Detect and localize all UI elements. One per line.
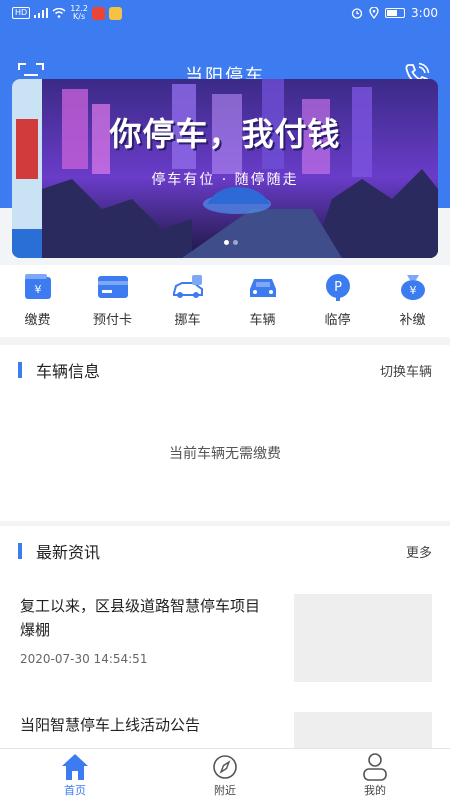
money-bag-icon: ¥ [400,275,425,300]
news-card-header: 最新资讯 更多 [0,526,450,576]
section-accent-bar [18,362,22,378]
battery-icon [385,8,406,18]
notification-app-icon [92,6,105,20]
banner-subline: 停车有位 · 随停随走 [151,172,299,188]
bottom-tab-bar: 首页 附近 我的 [0,748,450,800]
quick-action-label: 补缴 [399,313,426,328]
vehicle-card-header: 车辆信息 切换车辆 [0,345,450,395]
tab-home[interactable]: 首页 [35,749,115,800]
quick-actions: ¥ 缴费 预付卡 挪车 车辆 P 临停 ¥ 补缴 [0,265,450,337]
svg-text:P: P [334,280,342,295]
quick-action-label: 预付卡 [92,313,132,328]
quick-action-label: 缴费 [24,313,51,328]
quick-action-pay[interactable]: ¥ 缴费 [6,265,70,337]
signal-icon [34,8,49,18]
quick-action-prepaid-card[interactable]: 预付卡 [81,265,145,337]
tab-label: 我的 [364,784,386,797]
quick-action-temp-parking[interactable]: P 临停 [306,265,370,337]
news-item[interactable]: 当阳智慧停车上线活动公告 [0,706,450,748]
network-chip: HD [12,7,31,19]
status-left: HD 12.2 K/s [12,5,122,21]
carousel-dots [224,240,238,245]
location-icon [369,7,379,19]
promo-banner[interactable]: 你停车，我付钱 停车有位 · 随停随走 [12,79,438,258]
quick-action-move-car[interactable]: 挪车 [156,265,220,337]
home-icon [62,754,88,780]
svg-text:¥: ¥ [409,284,416,297]
carousel-dot [233,240,238,245]
quick-action-back-pay[interactable]: ¥ 补缴 [381,265,445,337]
clock: 3:00 [411,6,438,20]
notification-app-icon-2 [109,6,122,20]
news-more-link[interactable]: 更多 [406,542,432,561]
banner-headline: 你停车，我付钱 [109,115,341,153]
tab-nearby[interactable]: 附近 [185,749,265,800]
news-card: 最新资讯 更多 复工以来，区县级道路智慧停车项目爆棚 2020-07-30 14… [0,526,450,748]
parking-icon: P [325,274,350,301]
vehicle-info-card: 车辆信息 切换车辆 当前车辆无需缴费 [0,345,450,521]
status-right: 3:00 [351,6,438,20]
quick-action-label: 车辆 [249,313,276,328]
quick-action-label: 挪车 [174,313,201,328]
wallet-icon: ¥ [24,274,51,299]
svg-text:¥: ¥ [34,283,41,296]
car-icon [249,279,276,297]
news-item-thumbnail [294,712,432,748]
vehicle-empty-state: 当前车辆无需缴费 [169,446,281,462]
wifi-icon [52,8,66,18]
quick-action-vehicle[interactable]: 车辆 [231,265,295,337]
news-item-title: 当阳智慧停车上线活动公告 [20,716,201,734]
network-speed: 12.2 K/s [70,5,88,21]
quick-action-label: 临停 [324,313,351,328]
tab-mine[interactable]: 我的 [335,749,415,800]
carousel-dot-active [224,240,229,245]
alarm-icon [351,8,363,19]
switch-vehicle-link[interactable]: 切换车辆 [380,361,432,380]
compass-icon [213,755,237,779]
user-icon [363,753,387,781]
vehicle-card-title: 车辆信息 [36,362,101,381]
news-item-time: 2020-07-30 14:54:51 [20,652,148,666]
news-item[interactable]: 复工以来，区县级道路智慧停车项目爆棚 2020-07-30 14:54:51 [0,586,450,686]
tab-label: 附近 [214,784,236,797]
news-item-thumbnail [294,594,432,682]
section-accent-bar [18,543,22,559]
move-car-icon [172,275,203,298]
card-icon [97,276,128,298]
status-bar: HD 12.2 K/s 3:00 [0,0,450,26]
tab-label: 首页 [64,784,86,797]
news-card-title: 最新资讯 [36,543,101,562]
news-item-title: 复工以来，区县级道路智慧停车项目爆棚 [20,597,261,639]
speed-unit: K/s [73,12,86,21]
